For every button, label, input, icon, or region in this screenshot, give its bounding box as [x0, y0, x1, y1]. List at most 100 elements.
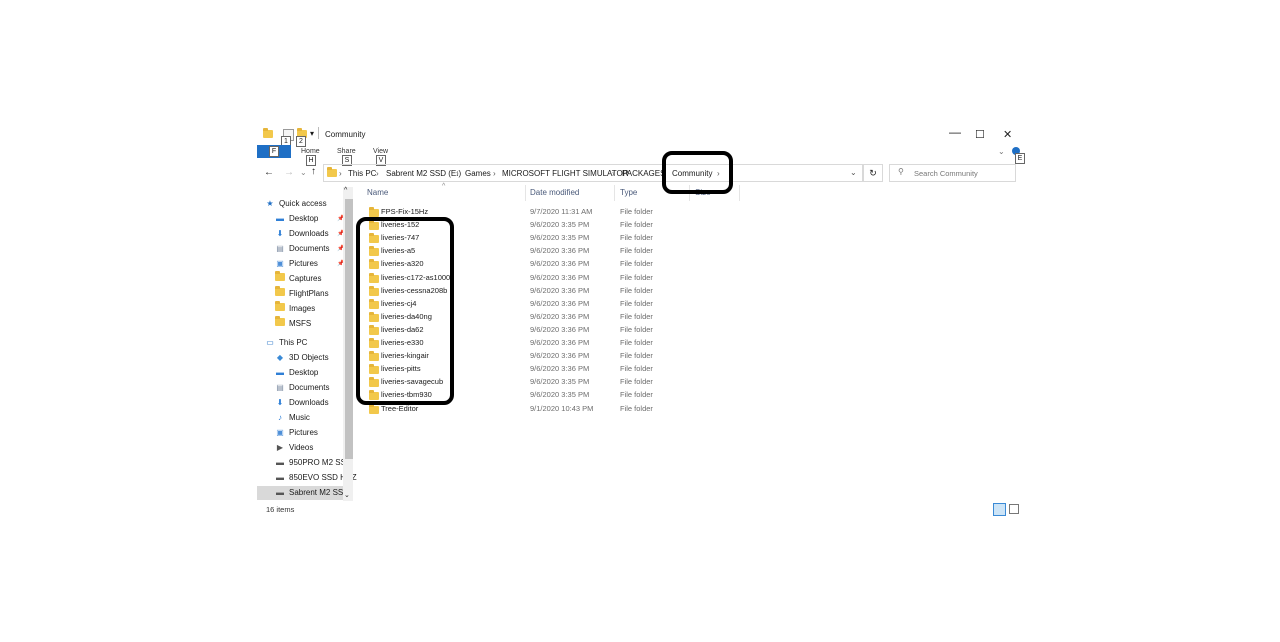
sidebar-item[interactable]: ▤ Documents 📌	[275, 242, 344, 256]
music-icon: ♪	[278, 413, 282, 422]
sidebar-item[interactable]: ▬ 950PRO M2 SSD	[275, 456, 352, 470]
recent-locations-icon[interactable]: ⌄	[300, 168, 307, 177]
sidebar-scroll-thumb[interactable]	[345, 199, 353, 459]
column-name[interactable]: Name	[367, 188, 388, 197]
file-type: File folder	[620, 272, 653, 282]
chevron-right-icon[interactable]: ›	[339, 169, 342, 178]
sidebar-item[interactable]: ◆ 3D Objects	[275, 351, 329, 365]
sidebar-label: Downloads	[289, 229, 329, 238]
sidebar-item[interactable]: ▬ Sabrent M2 SSD	[257, 486, 349, 500]
file-type: File folder	[620, 220, 653, 230]
downloads-icon: ⬇	[276, 398, 284, 407]
sidebar-item[interactable]: Images	[275, 301, 316, 316]
folder-icon	[263, 128, 273, 140]
file-date: 9/6/2020 3:36 PM	[530, 338, 590, 347]
crumb-games[interactable]: Games	[465, 169, 491, 178]
crumb-msfs[interactable]: MICROSOFT FLIGHT SIMULATOR	[502, 169, 629, 178]
sidebar-item[interactable]: ▣ Pictures 📌	[275, 257, 344, 271]
file-date: 9/6/2020 3:35 PM	[530, 233, 590, 243]
file-date: 9/6/2020 3:36 PM	[530, 285, 590, 295]
chevron-right-icon[interactable]: ›	[612, 169, 615, 178]
chevron-right-icon[interactable]: ›	[456, 169, 459, 178]
sidebar-item[interactable]: ⬇ Downloads 📌	[275, 227, 345, 241]
sidebar-label: Quick access	[279, 199, 327, 208]
sidebar-item[interactable]: ▣ Pictures	[275, 426, 318, 440]
sort-ascending-icon: ^	[442, 183, 446, 190]
folder-icon	[275, 286, 285, 301]
sidebar-item[interactable]: ▬ Desktop 📌	[275, 212, 344, 226]
chevron-right-icon[interactable]: ›	[493, 169, 496, 178]
column-divider	[614, 185, 615, 201]
documents-icon: ▤	[276, 383, 284, 392]
up-button[interactable]: ↑	[311, 166, 316, 177]
sidebar-label: Pictures	[289, 259, 318, 268]
annotation-highlight-liveries	[356, 217, 454, 405]
file-date: 9/6/2020 3:36 PM	[530, 324, 590, 334]
sidebar-item[interactable]: ⬇ Downloads	[275, 396, 329, 410]
column-divider	[739, 185, 740, 201]
expand-ribbon-icon[interactable]: ⌄	[998, 147, 1005, 156]
sidebar-item[interactable]: ▬ Desktop	[275, 366, 318, 380]
desktop-icon: ▬	[276, 368, 284, 377]
search-input[interactable]: Search Community	[914, 169, 978, 178]
sidebar-label: Documents	[289, 244, 330, 253]
crumb-drive[interactable]: Sabrent M2 SSD (E:)	[386, 169, 461, 178]
computer-icon: ▭	[266, 338, 274, 347]
details-view-icon[interactable]	[993, 503, 1006, 516]
address-dropdown-icon[interactable]: ⌄	[850, 168, 857, 177]
sidebar-label: Pictures	[289, 428, 318, 437]
sidebar-item-quick-access[interactable]: ★ Quick access	[265, 197, 327, 211]
sidebar-label: Images	[289, 304, 316, 313]
tab-view[interactable]: View	[373, 148, 388, 155]
close-button[interactable]: ✕	[1003, 128, 1012, 141]
file-type: File folder	[620, 351, 653, 361]
folder-icon	[275, 301, 285, 316]
column-divider	[525, 185, 526, 201]
customize-toolbar-icon[interactable]: ▾	[310, 129, 314, 138]
file-date: 9/6/2020 3:35 PM	[530, 220, 590, 230]
file-keytip: F	[269, 146, 279, 157]
folder-icon	[275, 271, 285, 286]
sidebar-label: Music	[289, 413, 310, 422]
column-date-modified[interactable]: Date modified	[530, 188, 579, 197]
large-icons-view-icon[interactable]	[1009, 504, 1019, 514]
minimize-button[interactable]: —	[949, 125, 961, 139]
file-date: 9/6/2020 3:35 PM	[530, 377, 590, 387]
forward-button[interactable]: →	[284, 167, 294, 178]
file-type: File folder	[620, 246, 653, 256]
sidebar-label: FlightPlans	[289, 289, 329, 298]
sidebar-item[interactable]: ▤ Documents	[275, 381, 329, 395]
crumb-packages[interactable]: PACKAGES	[622, 169, 665, 178]
sidebar-item[interactable]: ▶ Videos	[275, 441, 313, 455]
tab-share[interactable]: Share	[337, 148, 356, 155]
file-date: 9/6/2020 3:36 PM	[530, 272, 590, 282]
desktop-icon: ▬	[276, 214, 284, 223]
sidebar-item[interactable]: FlightPlans	[275, 286, 329, 301]
folder-icon	[369, 403, 379, 418]
file-date: 9/6/2020 3:36 PM	[530, 311, 590, 321]
chevron-right-icon[interactable]: ›	[376, 169, 379, 178]
tab-home[interactable]: Home	[301, 148, 320, 155]
help-keytip: E	[1015, 153, 1025, 164]
file-type: File folder	[620, 390, 653, 400]
videos-icon: ▶	[276, 443, 284, 452]
pictures-icon: ▣	[276, 259, 284, 268]
sidebar-item[interactable]: Captures	[275, 271, 322, 286]
crumb-this-pc[interactable]: This PC	[348, 169, 376, 178]
back-button[interactable]: ←	[264, 167, 274, 178]
file-date: 9/6/2020 3:36 PM	[530, 364, 590, 374]
column-type[interactable]: Type	[620, 188, 637, 197]
sidebar-label: Captures	[289, 274, 322, 283]
file-type: File folder	[620, 377, 653, 387]
refresh-icon[interactable]: ↻	[863, 164, 883, 182]
sidebar-item-this-pc[interactable]: ▭ This PC	[265, 336, 307, 350]
scroll-up-icon[interactable]: ^	[344, 187, 347, 194]
downloads-icon: ⬇	[276, 229, 284, 238]
sidebar-item[interactable]: ♪ Music	[275, 411, 310, 425]
maximize-button[interactable]: ☐	[975, 128, 985, 141]
sidebar-item[interactable]: MSFS	[275, 316, 311, 331]
scroll-down-icon[interactable]: ⌄	[344, 491, 350, 499]
keytip-2: 2	[296, 136, 306, 147]
address-folder-icon	[327, 167, 337, 179]
status-item-count: 16 items	[266, 505, 295, 514]
